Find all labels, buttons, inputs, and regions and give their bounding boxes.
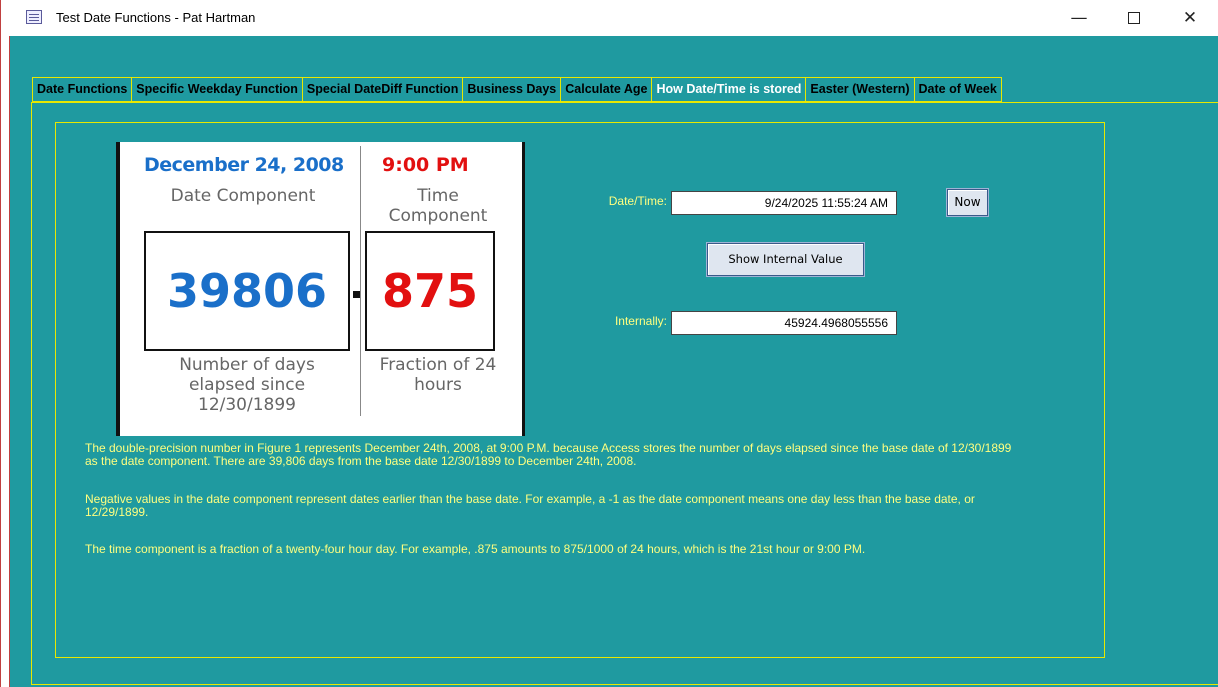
show-internal-value-button[interactable]: Show Internal Value [707,243,864,276]
tab-date-functions[interactable]: Date Functions [32,77,132,102]
datetime-field[interactable]: 9/24/2025 11:55:24 AM [671,191,897,215]
figure-time-value: 875 [365,231,495,351]
tab-special-datediff-function[interactable]: Special DateDiff Function [301,77,463,102]
tab-business-days[interactable]: Business Days [462,77,561,102]
app-window: Test Date Functions - Pat Hartman — ✕ Da… [0,0,1218,687]
figure-time-description: Fraction of 24 hours [379,355,497,395]
figure-1-image: December 24, 2008 9:00 PM Date Component… [116,142,525,436]
close-button[interactable]: ✕ [1167,0,1213,36]
tab-specific-weekday-function[interactable]: Specific Weekday Function [131,77,302,102]
tab-calculate-age[interactable]: Calculate Age [560,77,652,102]
explanation-paragraph-3: The time component is a fraction of a tw… [85,542,866,556]
figure-time-label: Time Component [388,186,488,226]
explanation-paragraph-2: Negative values in the date component re… [85,492,975,519]
figure-date-value: 39806 [144,231,350,351]
tab-date-of-week[interactable]: Date of Week [913,77,1002,102]
form-icon [26,10,42,24]
maximize-icon [1128,12,1140,24]
datetime-label: Date/Time: [608,194,667,208]
figure-date-description: Number of days elapsed since 12/30/1899 [179,355,315,415]
form-body: Date Functions Specific Weekday Function… [9,36,1218,687]
figure-time-title: 9:00 PM [382,154,469,176]
now-button[interactable]: Now [947,189,988,216]
minimize-button[interactable]: — [1056,0,1102,36]
figure-date-title: December 24, 2008 [144,154,344,176]
explanation-paragraph-1: The double-precision number in Figure 1 … [85,441,1012,468]
tab-how-date-time-is-stored[interactable]: How Date/Time is stored [651,77,806,102]
tab-strip: Date Functions Specific Weekday Function… [32,77,1002,102]
internal-value-field[interactable]: 45924.4968055556 [671,311,897,335]
figure-divider [360,146,361,416]
tab-easter-western[interactable]: Easter (Western) [805,77,914,102]
window-title: Test Date Functions - Pat Hartman [56,10,256,25]
figure-decimal-point [353,291,360,298]
maximize-button[interactable] [1111,0,1157,36]
title-bar: Test Date Functions - Pat Hartman — ✕ [1,0,1218,36]
figure-date-label: Date Component [170,186,316,206]
internally-label: Internally: [614,314,667,328]
